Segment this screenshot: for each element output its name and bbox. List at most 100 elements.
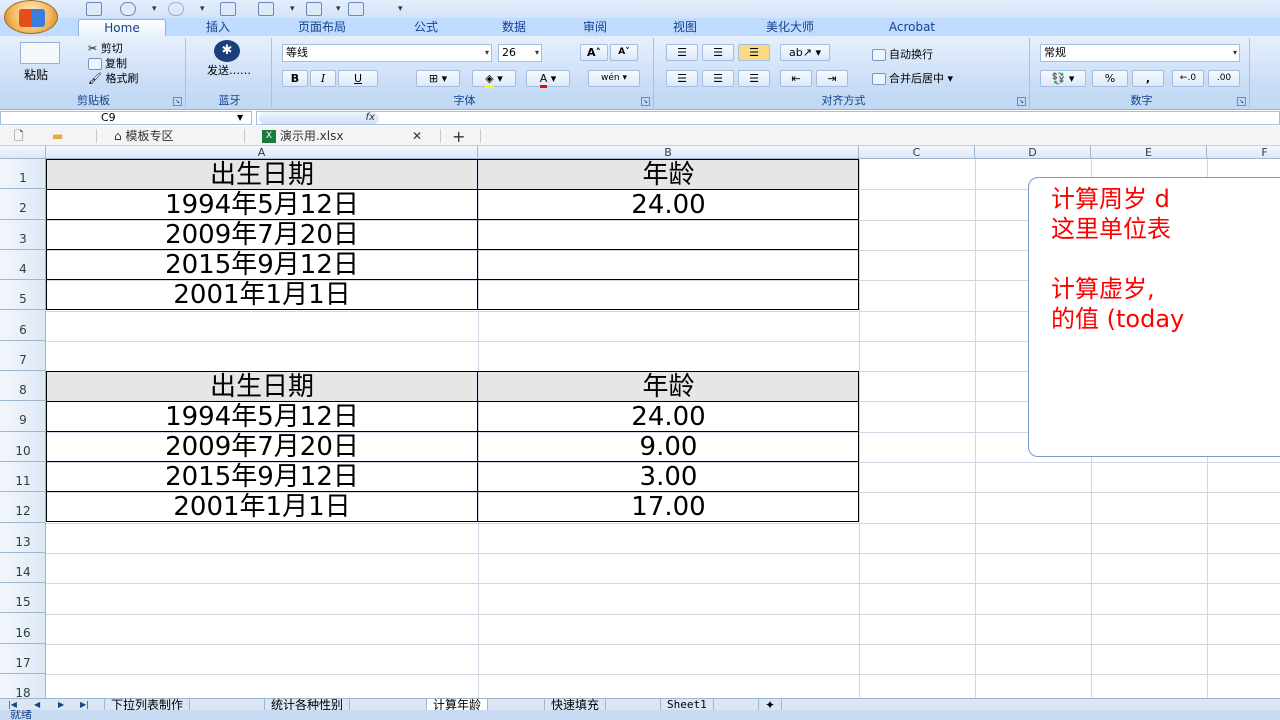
bluetooth-send-button[interactable]: 发送…… [206,64,252,77]
table1-age-cell[interactable] [479,280,858,309]
last-sheet-icon[interactable]: ▶| [80,699,89,710]
tab-formulas[interactable]: 公式 [396,19,456,36]
increase-indent-button[interactable]: ⇥ [816,70,848,87]
table1-header-birthdate[interactable]: 出生日期 [47,160,477,189]
table1-birthdate-cell[interactable]: 2001年1月1日 [47,280,477,309]
clipboard-launcher-icon[interactable]: ↘ [173,97,182,106]
row-header[interactable]: 13 [0,523,46,553]
underline-button[interactable]: U [338,70,378,87]
tab-home[interactable]: Home [78,19,166,36]
name-box-dropdown-icon[interactable]: ▼ [237,112,243,124]
number-format-combo[interactable]: 常规 ▾ [1040,44,1240,62]
align-right-button[interactable]: ☰ [738,70,770,87]
tab-insert[interactable]: 插入 [188,19,248,36]
template-tab[interactable]: ⌂ 模板专区 [114,128,173,145]
align-left-button[interactable]: ☰ [666,70,698,87]
tab-page-layout[interactable]: 页面布局 [270,19,374,36]
column-header-f[interactable]: F [1207,146,1280,159]
formula-input[interactable]: fx [256,111,1280,125]
row-header[interactable]: 7 [0,341,46,372]
note-textbox[interactable]: 计算周岁 d 这里单位表 计算虚岁, 的值 (today [1028,177,1280,457]
percent-button[interactable]: % [1092,70,1128,87]
table2-birthdate-cell[interactable]: 2001年1月1日 [47,492,477,521]
font-name-combo[interactable]: 等线 ▾ [282,44,492,62]
row-header[interactable]: 18 [0,674,46,698]
row-header[interactable]: 17 [0,644,46,675]
row-header[interactable]: 10 [0,432,46,462]
table1-age-cell[interactable]: 24.00 [479,190,858,219]
wrap-text-button[interactable]: 自动换行 [872,46,933,62]
table2-header-age[interactable]: 年龄 [479,372,858,401]
table1-birthdate-cell[interactable]: 2009年7月20日 [47,220,477,249]
undo-icon[interactable] [120,2,136,16]
undo-dropdown-icon[interactable]: ▾ [152,4,157,14]
table2-age-cell[interactable]: 9.00 [479,432,858,461]
name-box[interactable]: C9 ▼ [0,111,252,125]
folder-icon[interactable]: ▬ [52,128,63,145]
phonetic-button[interactable]: wén ▾ [588,70,640,87]
first-sheet-icon[interactable]: |◀ [8,699,17,710]
prev-sheet-icon[interactable]: ◀ [34,699,40,710]
paste-icon[interactable] [20,42,60,64]
tab-view[interactable]: 视图 [650,19,720,36]
tab-review[interactable]: 审阅 [565,19,625,36]
merge-center-button[interactable]: 合并后居中 ▾ [872,70,953,86]
borders-button[interactable]: ⊞ ▾ [416,70,460,87]
new-doc-icon[interactable]: 🗋 [14,128,24,145]
row-header[interactable]: 2 [0,189,46,220]
bold-button[interactable]: B [282,70,308,87]
close-tab-icon[interactable]: ✕ [412,128,422,145]
orientation-button[interactable]: ab↗ ▾ [780,44,830,61]
shrink-font-button[interactable]: A˅ [610,44,638,61]
fill-color-button[interactable]: ◈ ▾ [472,70,516,88]
tab-acrobat[interactable]: Acrobat [862,19,962,36]
table1-age-cell[interactable] [479,250,858,279]
save-icon[interactable] [86,2,102,16]
column-header-c[interactable]: C [859,146,975,159]
font-name-dropdown-icon[interactable]: ▾ [485,45,489,61]
layout-icon[interactable] [348,2,364,16]
table2-age-cell[interactable]: 17.00 [479,492,858,521]
align-top-button[interactable]: ☰ [666,44,698,61]
comma-button[interactable]: , [1132,70,1164,87]
table2-age-cell[interactable]: 24.00 [479,402,858,431]
table1-birthdate-cell[interactable]: 1994年5月12日 [47,190,477,219]
row-header[interactable]: 3 [0,220,46,250]
font-size-combo[interactable]: 26 ▾ [498,44,542,62]
table2-birthdate-cell[interactable]: 1994年5月12日 [47,402,477,431]
select-all-corner[interactable] [0,146,46,159]
spelling-icon[interactable] [258,2,274,16]
row-header[interactable]: 8 [0,371,46,402]
insert-function-button[interactable]: fx [259,112,379,124]
number-format-dropdown-icon[interactable]: ▾ [1233,45,1237,61]
column-header-e[interactable]: E [1091,146,1207,159]
table2-age-cell[interactable]: 3.00 [479,462,858,491]
font-color-button[interactable]: A ▾ [526,70,570,88]
italic-button[interactable]: I [310,70,336,87]
file-tab[interactable]: X 演示用.xlsx [262,128,343,145]
align-middle-button[interactable]: ☰ [702,44,734,61]
new-tab-button[interactable]: + [452,128,465,145]
chart-dropdown-icon[interactable]: ▾ [336,4,341,14]
decrease-indent-button[interactable]: ⇤ [780,70,812,87]
row-header[interactable]: 14 [0,553,46,584]
table1-birthdate-cell[interactable]: 2015年9月12日 [47,250,477,279]
redo-icon[interactable] [168,2,184,16]
table2-header-birthdate[interactable]: 出生日期 [47,372,477,401]
row-header[interactable]: 11 [0,462,46,493]
column-header-d[interactable]: D [975,146,1091,159]
row-header[interactable]: 1 [0,159,46,190]
row-header[interactable]: 5 [0,280,46,311]
font-launcher-icon[interactable]: ↘ [641,97,650,106]
customize-qat-icon[interactable]: ▾ [398,4,403,14]
table2-birthdate-cell[interactable]: 2009年7月20日 [47,432,477,461]
office-button[interactable] [4,0,58,34]
number-launcher-icon[interactable]: ↘ [1237,97,1246,106]
increase-decimal-button[interactable]: ←.0 [1172,70,1204,87]
tab-beautify[interactable]: 美化大师 [740,19,840,36]
spreadsheet-grid[interactable]: A B C D E F 1 2 3 4 5 6 7 8 9 10 11 12 13 14 15 16 17 18 … [0,146,1280,698]
paste-button[interactable]: 粘贴 [24,66,48,83]
table1-age-cell[interactable] [479,220,858,249]
cut-button[interactable]: ✂ 剪切 [88,40,123,56]
chart-icon[interactable] [306,2,322,16]
